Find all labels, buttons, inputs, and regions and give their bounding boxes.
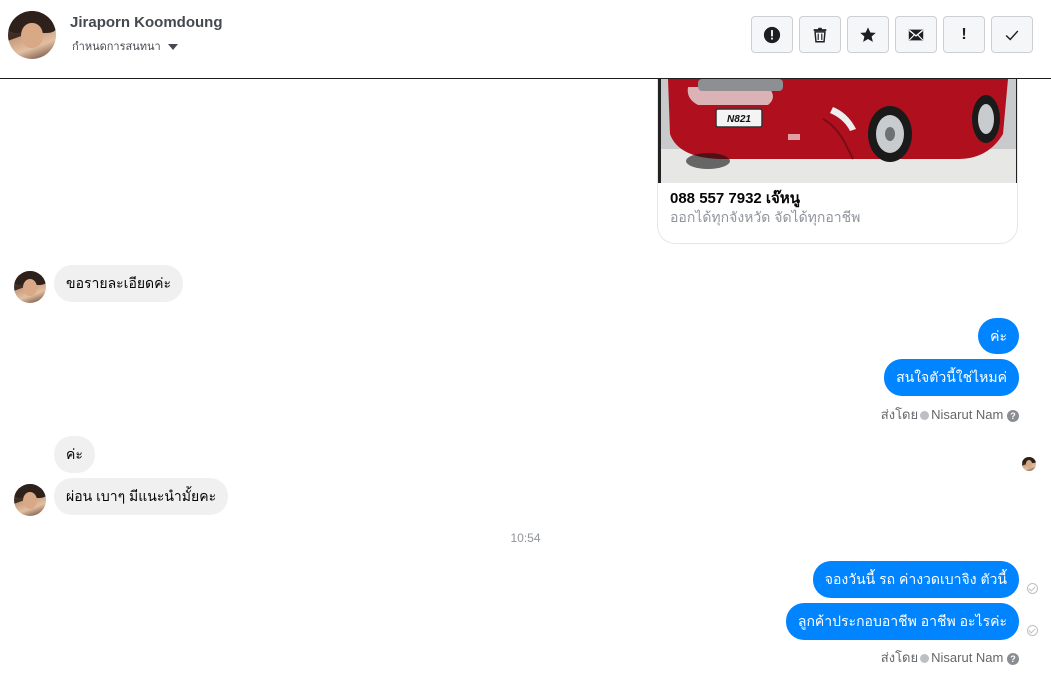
message-timestamp: 10:54 — [510, 531, 541, 545]
sent-by-prefix: ส่งโดย — [880, 650, 919, 665]
checkmark-icon — [1005, 29, 1019, 41]
verified-icon — [920, 654, 930, 664]
delivered-check-icon — [1027, 625, 1038, 636]
caret-down-icon — [167, 44, 178, 51]
delete-button[interactable] — [799, 16, 841, 53]
follow-up-button[interactable]: ! — [943, 16, 985, 53]
card-description: ออกได้ทุกจังหวัด จัดได้ทุกอาชีพ — [670, 209, 861, 225]
contact-name[interactable]: Jiraporn Koomdoung — [70, 14, 223, 31]
envelope-icon — [908, 29, 924, 40]
outgoing-message[interactable]: ค่ะ — [978, 318, 1019, 354]
contact-message-avatar[interactable] — [14, 484, 46, 516]
conversation-settings-label: กำหนดการสนทนา — [72, 41, 161, 53]
sent-by-label: ส่งโดย Nisarut Nam ? — [881, 404, 1019, 425]
action-toolbar: ! — [751, 16, 1033, 53]
outgoing-message[interactable]: ลูกค้าประกอบอาชีพ อาชีพ อะไรค่ะ — [785, 603, 1019, 640]
help-icon[interactable]: ? — [1007, 409, 1019, 422]
contact-message-avatar[interactable] — [14, 271, 46, 303]
spam-button[interactable] — [751, 16, 793, 53]
help-icon[interactable]: ? — [1007, 652, 1019, 665]
alert-circle-icon — [763, 26, 781, 43]
sent-by-prefix: ส่งโดย — [880, 407, 919, 422]
seen-avatar — [1022, 457, 1036, 471]
star-icon — [860, 26, 876, 42]
exclamation-icon: ! — [961, 25, 967, 43]
mark-unread-button[interactable] — [895, 16, 937, 53]
conversation-header: Jiraporn Koomdoung กำหนดการสนทนา ! — [0, 0, 1051, 79]
star-button[interactable] — [847, 16, 889, 53]
shared-link-card[interactable]: N821 088 557 7932 เจ๊หนู ออกได้ทุกจังหวั… — [657, 79, 1018, 244]
sent-by-label: ส่งโดย Nisarut Nam ? — [881, 647, 1019, 668]
sender-name: Nisarut Nam — [931, 650, 1004, 665]
license-plate-text: N821 — [727, 114, 751, 125]
incoming-message[interactable]: ผ่อน เบาๆ มีแนะนำมั้ยคะ — [54, 478, 229, 515]
verified-icon — [920, 411, 930, 421]
conversation-settings-dropdown[interactable]: กำหนดการสนทนา — [72, 37, 178, 55]
sender-name: Nisarut Nam — [931, 407, 1004, 422]
mark-done-button[interactable] — [991, 16, 1033, 53]
delivered-check-icon — [1027, 583, 1038, 594]
contact-avatar[interactable] — [8, 11, 56, 59]
car-image: N821 — [658, 79, 1017, 183]
incoming-message[interactable]: ค่ะ — [54, 436, 95, 473]
incoming-message[interactable]: ขอรายละเอียดค่ะ — [54, 265, 184, 302]
outgoing-message[interactable]: จองวันนี้ รถ ค่างวดเบาจิง ตัวนี้ — [812, 561, 1019, 598]
outgoing-message[interactable]: สนใจตัวนี้ใช่ไหมค่ — [884, 359, 1019, 396]
trash-icon — [813, 27, 827, 42]
